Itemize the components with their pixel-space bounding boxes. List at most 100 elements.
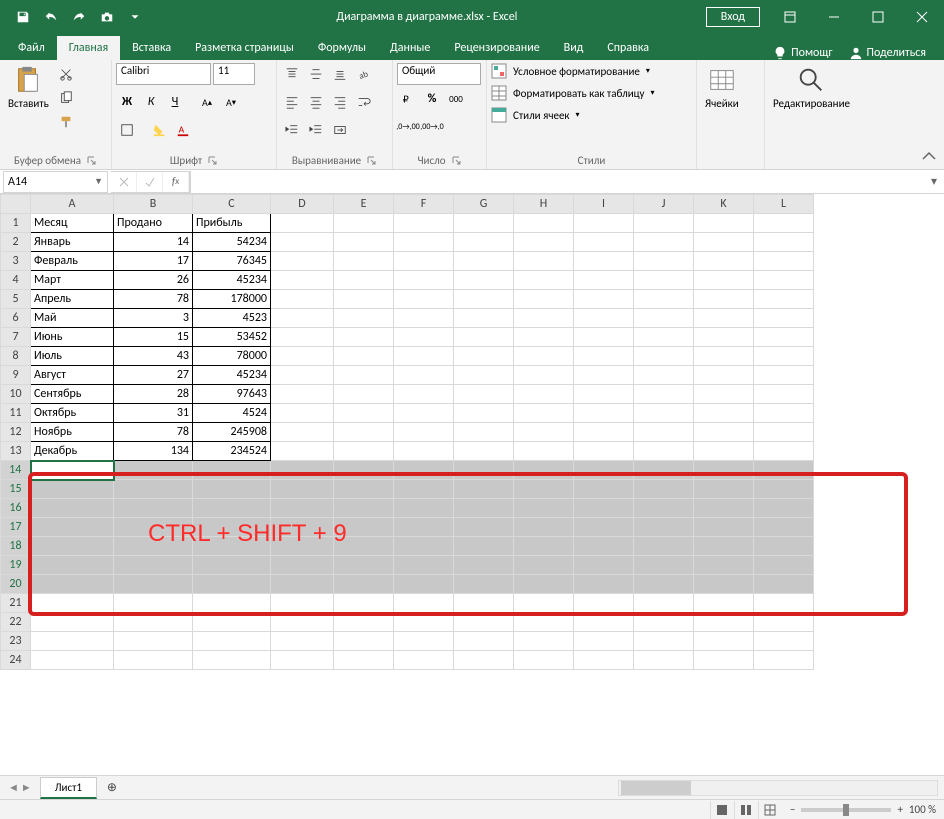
cell[interactable]: 43 — [114, 347, 193, 366]
cell[interactable] — [334, 233, 394, 252]
row-header[interactable]: 12 — [1, 423, 31, 442]
row-header[interactable]: 16 — [1, 499, 31, 518]
cell[interactable] — [694, 404, 754, 423]
cell[interactable] — [271, 480, 334, 499]
column-header[interactable]: L — [754, 195, 814, 214]
align-right-icon[interactable] — [329, 91, 351, 113]
cell[interactable] — [271, 271, 334, 290]
cell[interactable] — [334, 423, 394, 442]
cell[interactable] — [754, 537, 814, 556]
cell[interactable] — [754, 233, 814, 252]
cell[interactable] — [514, 423, 574, 442]
cell[interactable] — [193, 651, 271, 670]
cell[interactable] — [754, 594, 814, 613]
decrease-indent-icon[interactable] — [281, 119, 303, 141]
cell[interactable] — [754, 632, 814, 651]
cell[interactable] — [334, 480, 394, 499]
fill-color-icon[interactable] — [148, 119, 170, 141]
cell[interactable]: Апрель — [31, 290, 114, 309]
cell[interactable] — [394, 518, 454, 537]
cell[interactable]: 245908 — [193, 423, 271, 442]
formula-expand-icon[interactable]: ▾ — [924, 174, 944, 189]
cell[interactable] — [271, 366, 334, 385]
cell[interactable] — [694, 252, 754, 271]
cell[interactable] — [574, 594, 634, 613]
cell[interactable] — [754, 480, 814, 499]
cell[interactable]: 14 — [114, 233, 193, 252]
cell[interactable] — [31, 556, 114, 575]
cell[interactable]: 97643 — [193, 385, 271, 404]
cell[interactable] — [514, 404, 574, 423]
cell[interactable] — [694, 651, 754, 670]
underline-button[interactable]: Ч — [164, 91, 186, 113]
tab-home[interactable]: Главная — [57, 36, 120, 60]
close-icon[interactable] — [900, 0, 944, 33]
cell[interactable] — [454, 651, 514, 670]
tab-page-layout[interactable]: Разметка страницы — [183, 36, 306, 60]
increase-decimal-icon[interactable]: ,0→,00 — [397, 116, 419, 138]
cell[interactable]: Месяц — [31, 214, 114, 233]
cell[interactable] — [454, 271, 514, 290]
login-button[interactable]: Вход — [706, 7, 760, 27]
column-header[interactable]: D — [271, 195, 334, 214]
cell[interactable] — [193, 518, 271, 537]
row-header[interactable]: 24 — [1, 651, 31, 670]
cell[interactable] — [31, 518, 114, 537]
sheet-nav-next-icon[interactable]: ► — [21, 781, 32, 794]
cell[interactable] — [574, 442, 634, 461]
cell[interactable] — [271, 442, 334, 461]
cell[interactable]: 54234 — [193, 233, 271, 252]
row-header[interactable]: 22 — [1, 613, 31, 632]
cells-button[interactable]: Ячейки — [701, 63, 743, 112]
cell[interactable] — [454, 537, 514, 556]
row-header[interactable]: 11 — [1, 404, 31, 423]
cell[interactable] — [394, 366, 454, 385]
cell[interactable] — [634, 252, 694, 271]
zoom-out-button[interactable]: − — [790, 803, 795, 816]
cell[interactable] — [394, 594, 454, 613]
cell[interactable]: Июнь — [31, 328, 114, 347]
cell[interactable] — [454, 404, 514, 423]
row-header[interactable]: 21 — [1, 594, 31, 613]
cell[interactable] — [634, 613, 694, 632]
column-header[interactable]: B — [114, 195, 193, 214]
cell[interactable] — [454, 385, 514, 404]
cell[interactable] — [114, 632, 193, 651]
cell[interactable] — [334, 594, 394, 613]
cell[interactable] — [114, 480, 193, 499]
cell[interactable] — [334, 651, 394, 670]
cell[interactable] — [694, 290, 754, 309]
cell[interactable] — [574, 309, 634, 328]
italic-button[interactable]: К — [140, 91, 162, 113]
cell[interactable] — [574, 404, 634, 423]
cell[interactable] — [394, 480, 454, 499]
cell[interactable] — [394, 632, 454, 651]
tab-file[interactable]: Файл — [6, 36, 57, 60]
conditional-formatting-button[interactable]: Условное форматирование▾ — [491, 63, 650, 79]
cell[interactable]: 15 — [114, 328, 193, 347]
cell[interactable] — [574, 461, 634, 480]
column-header[interactable]: A — [31, 195, 114, 214]
orientation-icon[interactable]: ab — [353, 63, 375, 85]
cell[interactable] — [634, 423, 694, 442]
cell[interactable] — [114, 518, 193, 537]
column-header[interactable]: G — [454, 195, 514, 214]
increase-indent-icon[interactable] — [305, 119, 327, 141]
cell[interactable]: Июль — [31, 347, 114, 366]
cell[interactable] — [514, 537, 574, 556]
zoom-level[interactable]: 100 % — [909, 803, 936, 816]
ribbon-options-icon[interactable] — [768, 0, 812, 33]
column-header[interactable]: F — [394, 195, 454, 214]
row-header[interactable]: 2 — [1, 233, 31, 252]
cell[interactable] — [334, 271, 394, 290]
font-name-select[interactable]: Calibri — [116, 63, 211, 85]
cell[interactable] — [514, 594, 574, 613]
minimize-icon[interactable] — [812, 0, 856, 33]
cell[interactable] — [454, 461, 514, 480]
cell[interactable] — [193, 499, 271, 518]
page-layout-view-icon[interactable] — [734, 801, 758, 819]
cell[interactable] — [514, 366, 574, 385]
zoom-in-button[interactable]: + — [897, 803, 902, 816]
cell[interactable] — [394, 271, 454, 290]
cell[interactable] — [754, 347, 814, 366]
